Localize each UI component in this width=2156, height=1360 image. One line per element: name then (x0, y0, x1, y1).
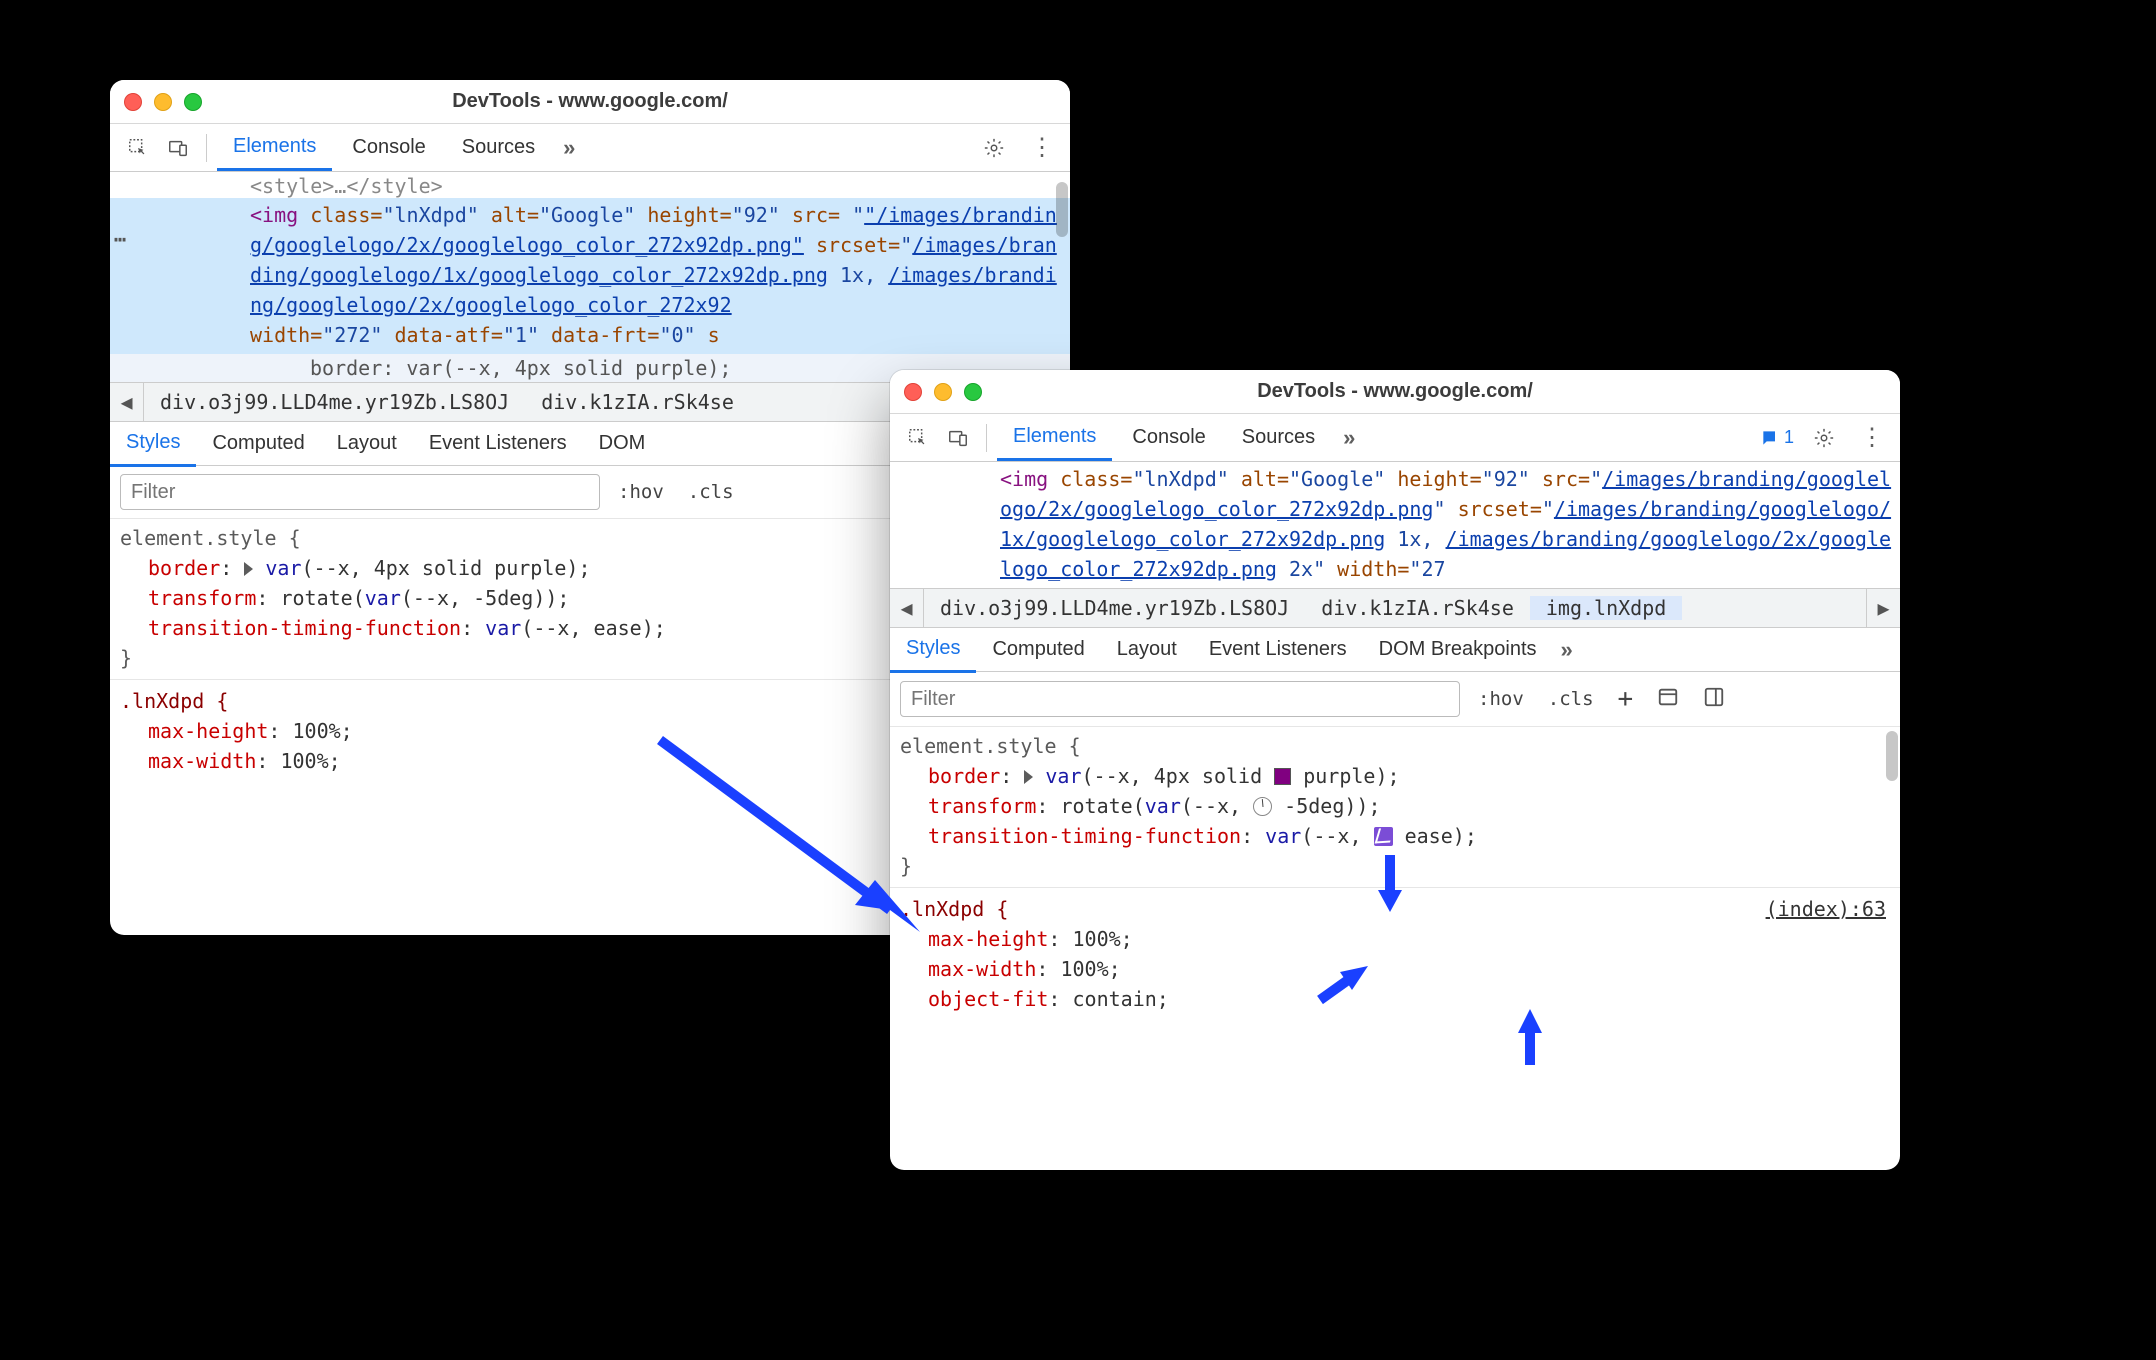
rule-divider (890, 887, 1900, 888)
devtools-window-right: DevTools - www.google.com/ Elements Cons… (890, 370, 1900, 1170)
filter-input[interactable] (120, 474, 600, 510)
styles-scrollbar[interactable] (1886, 731, 1898, 781)
expand-icon[interactable] (1024, 770, 1033, 784)
crumb-2[interactable]: div.k1zIA.rSk4se (525, 390, 750, 414)
close-icon[interactable] (124, 93, 142, 111)
zoom-icon[interactable] (964, 383, 982, 401)
traffic-lights (124, 93, 202, 111)
kebab-menu-icon[interactable]: ⋮ (1024, 130, 1060, 166)
titlebar: DevTools - www.google.com/ (890, 370, 1900, 414)
main-toolbar: Elements Console Sources » ⋮ (110, 124, 1070, 172)
window-title: DevTools - www.google.com/ (890, 380, 1900, 403)
dom-selected-node[interactable]: ⋯ <img class="lnXdpd" alt="Google" heigh… (110, 198, 1070, 354)
prop-object-fit[interactable]: object-fit (928, 987, 1048, 1011)
tab-sources[interactable]: Sources (446, 126, 551, 169)
breadcrumb-back-icon[interactable]: ◀ (890, 589, 924, 627)
more-tabs-chevron-icon[interactable]: » (1335, 425, 1363, 451)
inspect-icon[interactable] (900, 420, 936, 456)
main-toolbar: Elements Console Sources » 1 ⋮ (890, 414, 1900, 462)
crumb-3[interactable]: img.lnXdpd (1530, 596, 1682, 620)
crumb-1[interactable]: div.o3j99.LLD4me.yr19Zb.LS8OJ (144, 390, 525, 414)
subtab-styles[interactable]: Styles (890, 627, 976, 673)
color-swatch-icon[interactable] (1274, 768, 1291, 785)
hov-toggle[interactable]: :hov (1472, 684, 1530, 714)
separator (986, 424, 987, 452)
prop-transform[interactable]: transform (148, 586, 256, 610)
styles-body: element.style { border: var(--x, 4px sol… (890, 727, 1900, 1024)
prop-max-height[interactable]: max-height (928, 927, 1048, 951)
separator (206, 134, 207, 162)
subtab-layout[interactable]: Layout (321, 422, 413, 465)
subtab-layout[interactable]: Layout (1101, 628, 1193, 671)
breadcrumb-bar: ◀ div.o3j99.LLD4me.yr19Zb.LS8OJ div.k1zI… (890, 588, 1900, 628)
new-rule-icon[interactable]: + (1612, 680, 1640, 718)
minimize-icon[interactable] (154, 93, 172, 111)
toggle-rendering-icon[interactable] (1697, 682, 1731, 717)
prop-max-height[interactable]: max-height (148, 719, 268, 743)
prop-border[interactable]: border (148, 556, 220, 580)
tab-elements[interactable]: Elements (997, 415, 1112, 461)
subtab-event-listeners[interactable]: Event Listeners (413, 422, 583, 465)
breadcrumb-forward-icon[interactable]: ▶ (1866, 589, 1900, 627)
crumb-1[interactable]: div.o3j99.LLD4me.yr19Zb.LS8OJ (924, 596, 1305, 620)
prop-max-width[interactable]: max-width (928, 957, 1036, 981)
cls-toggle[interactable]: .cls (1542, 684, 1600, 714)
bezier-swatch-icon[interactable] (1374, 827, 1393, 846)
close-icon[interactable] (904, 383, 922, 401)
prop-transition-timing-function[interactable]: transition-timing-function (148, 616, 461, 640)
dom-scrollbar[interactable] (1056, 182, 1068, 237)
tab-console[interactable]: Console (1116, 416, 1221, 459)
angle-swatch-icon[interactable] (1253, 797, 1272, 816)
cls-toggle[interactable]: .cls (682, 477, 740, 507)
prop-max-width[interactable]: max-width (148, 749, 256, 773)
subtab-event-listeners[interactable]: Event Listeners (1193, 628, 1363, 671)
expand-icon[interactable] (244, 562, 253, 576)
prop-transform[interactable]: transform (928, 794, 1036, 818)
tab-sources[interactable]: Sources (1226, 416, 1331, 459)
dom-selected-node[interactable]: <img class="lnXdpd" alt="Google" height=… (890, 462, 1900, 588)
subtab-dom-breakpoints[interactable]: DOM Breakpoints (1363, 628, 1553, 671)
source-link[interactable]: (index):63 (1766, 894, 1886, 924)
gear-icon[interactable] (976, 130, 1012, 166)
prop-transition-timing-function[interactable]: transition-timing-function (928, 824, 1241, 848)
tab-elements[interactable]: Elements (217, 125, 332, 171)
breadcrumb-back-icon[interactable]: ◀ (110, 383, 144, 421)
inspect-icon[interactable] (120, 130, 156, 166)
subtab-computed[interactable]: Computed (196, 422, 320, 465)
rule-selector[interactable]: element.style { (900, 731, 1890, 761)
subtab-computed[interactable]: Computed (976, 628, 1100, 671)
zoom-icon[interactable] (184, 93, 202, 111)
filter-row: :hov .cls + (890, 672, 1900, 727)
device-toggle-icon[interactable] (940, 420, 976, 456)
device-toggle-icon[interactable] (160, 130, 196, 166)
computed-sidebar-icon[interactable] (1651, 682, 1685, 717)
traffic-lights (904, 383, 982, 401)
dom-ellipsis-icon[interactable]: ⋯ (114, 224, 126, 254)
hov-toggle[interactable]: :hov (612, 477, 670, 507)
minimize-icon[interactable] (934, 383, 952, 401)
dom-fragment-top: <style>…</style> (110, 172, 1070, 198)
more-subtabs-chevron-icon[interactable]: » (1553, 637, 1581, 663)
rule2-selector[interactable]: .lnXdpd { (900, 897, 1008, 921)
more-tabs-chevron-icon[interactable]: » (555, 135, 583, 161)
subtab-styles[interactable]: Styles (110, 421, 196, 467)
gear-icon[interactable] (1806, 420, 1842, 456)
kebab-menu-icon[interactable]: ⋮ (1854, 420, 1890, 456)
window-title: DevTools - www.google.com/ (110, 90, 1070, 113)
tab-console[interactable]: Console (336, 126, 441, 169)
crumb-2[interactable]: div.k1zIA.rSk4se (1305, 596, 1530, 620)
subtab-dom-breakpoints[interactable]: DOM (583, 422, 662, 465)
styles-subtabs: Styles Computed Layout Event Listeners D… (890, 628, 1900, 672)
rule-close: } (900, 851, 1890, 881)
dom-text: <img (250, 203, 298, 227)
issues-button[interactable]: 1 (1760, 427, 1794, 448)
titlebar: DevTools - www.google.com/ (110, 80, 1070, 124)
prop-border[interactable]: border (928, 764, 1000, 788)
issue-count: 1 (1784, 427, 1794, 448)
filter-input[interactable] (900, 681, 1460, 717)
